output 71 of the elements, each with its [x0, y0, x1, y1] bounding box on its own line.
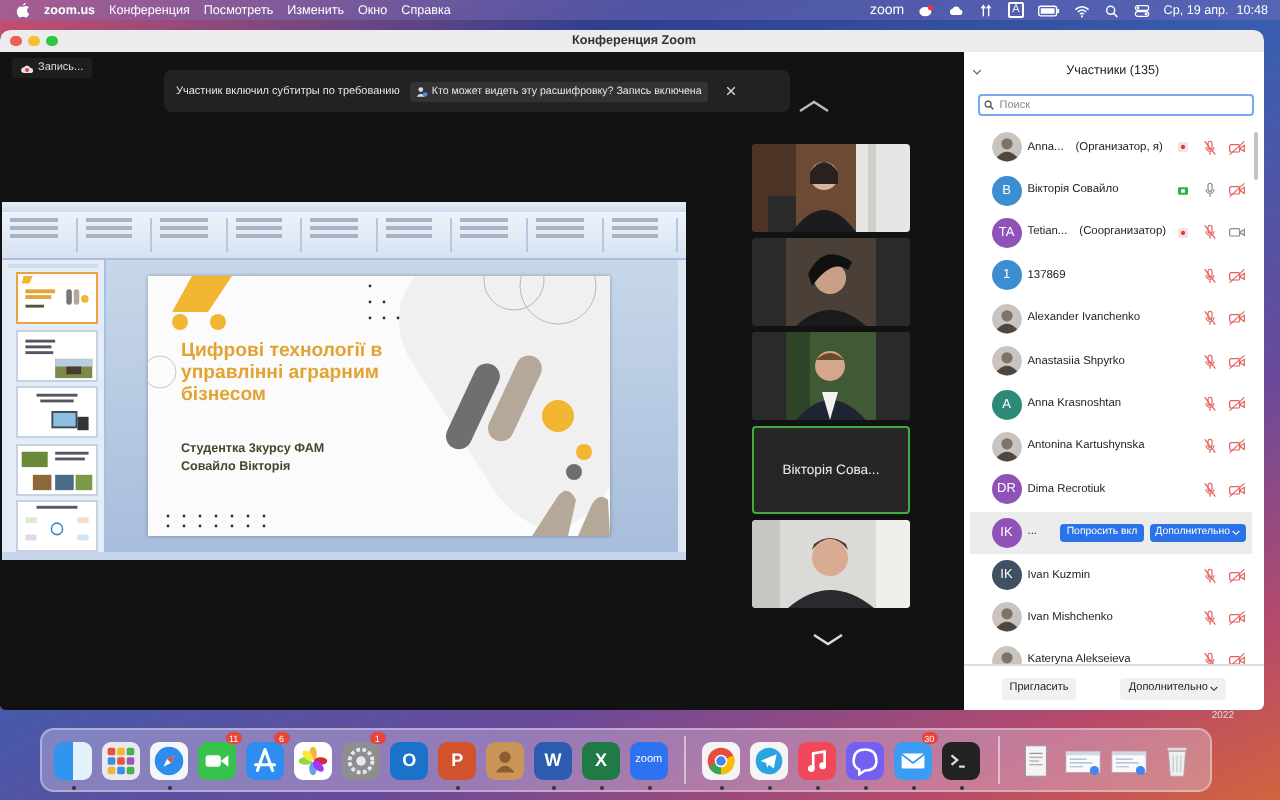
flower-icon[interactable]	[294, 741, 333, 779]
zoom-window-button[interactable]	[46, 35, 57, 47]
gear-icon[interactable]	[342, 741, 381, 779]
apple-icon[interactable]	[16, 2, 30, 18]
terminal-icon[interactable]	[942, 741, 981, 779]
video-camera-icon[interactable]	[198, 741, 237, 779]
cloud-icon	[20, 63, 34, 73]
video-off-icon[interactable]	[1228, 139, 1246, 156]
letter-tile-icon[interactable]: P	[438, 741, 477, 779]
chat-bubble-icon[interactable]	[918, 3, 935, 17]
slide-thumbnail[interactable]	[16, 500, 98, 552]
wifi-icon[interactable]	[1073, 3, 1090, 17]
video-off-icon[interactable]	[1228, 310, 1246, 327]
search-icon	[983, 100, 994, 110]
video-off-icon[interactable]	[1228, 438, 1246, 455]
chevron-up-icon[interactable]	[798, 100, 830, 112]
caret-icon	[1232, 529, 1240, 536]
muted-microphone-icon[interactable]	[1202, 139, 1218, 156]
muted-microphone-icon[interactable]	[1202, 396, 1218, 413]
phone-bubble-icon[interactable]	[846, 741, 885, 779]
slide-title: Цифрові технології в управлінні аграрним бізнесом	[181, 340, 385, 406]
split-square-icon[interactable]	[54, 741, 93, 779]
search-icon[interactable]	[1103, 3, 1120, 17]
muted-microphone-icon[interactable]	[1202, 224, 1218, 241]
compass-icon[interactable]	[150, 741, 189, 779]
muted-microphone-icon[interactable]	[1202, 609, 1218, 626]
muted-microphone-icon[interactable]	[1202, 567, 1218, 584]
person-lock-icon	[415, 85, 428, 97]
address-book-icon[interactable]	[486, 741, 525, 779]
chevron-down-icon[interactable]	[971, 67, 982, 75]
user-silhouette-icon	[991, 346, 1022, 377]
grid-icon[interactable]	[102, 741, 141, 779]
slide-thumbnail[interactable]	[16, 329, 98, 381]
muted-microphone-icon[interactable]	[1202, 438, 1218, 455]
muted-microphone-icon[interactable]	[1202, 481, 1218, 498]
muted-microphone-icon[interactable]	[1202, 353, 1218, 370]
battery-icon[interactable]	[1037, 3, 1060, 17]
cloud-icon[interactable]	[948, 3, 965, 17]
muted-microphone-icon[interactable]	[1202, 652, 1218, 664]
user-silhouette-icon	[991, 303, 1022, 334]
muted-microphone-icon[interactable]	[1202, 267, 1218, 284]
user-silhouette-icon	[991, 602, 1022, 633]
muted-microphone-icon[interactable]	[1202, 310, 1218, 327]
video-off-icon[interactable]	[1228, 267, 1246, 284]
caret-icon	[1209, 685, 1218, 691]
ring-icon[interactable]	[702, 741, 741, 779]
sticks-icon[interactable]	[246, 741, 285, 779]
slide-thumbnail[interactable]	[16, 386, 98, 438]
video-off-icon[interactable]	[1228, 182, 1246, 199]
video-off-icon[interactable]	[1228, 353, 1246, 370]
video-off-icon[interactable]	[1228, 609, 1246, 626]
slide-thumbnail[interactable]	[16, 443, 98, 495]
paper-plane-icon[interactable]	[750, 741, 789, 779]
video-off-icon[interactable]	[1228, 652, 1246, 664]
letter-tile-icon[interactable]: X	[581, 741, 620, 779]
video-off-icon[interactable]	[1228, 567, 1246, 584]
close-icon[interactable]	[725, 86, 736, 96]
video-off-icon[interactable]	[1228, 481, 1246, 498]
scroll-bar[interactable]	[1253, 132, 1258, 180]
close-window-button[interactable]	[10, 35, 21, 47]
control-center-icon[interactable]	[1133, 3, 1150, 17]
letter-tile-icon[interactable]: W	[534, 741, 572, 779]
letter-tile-icon[interactable]: O	[390, 741, 429, 779]
video-camera-icon[interactable]	[1228, 224, 1246, 241]
microphone-icon[interactable]	[1202, 182, 1218, 199]
user-silhouette-icon	[991, 132, 1022, 163]
music-note-icon[interactable]	[798, 741, 837, 779]
envelope-icon[interactable]	[894, 741, 933, 779]
user-silhouette-icon	[991, 431, 1022, 462]
video-off-icon[interactable]	[1228, 396, 1246, 413]
slide-thumbnail[interactable]	[16, 272, 98, 324]
